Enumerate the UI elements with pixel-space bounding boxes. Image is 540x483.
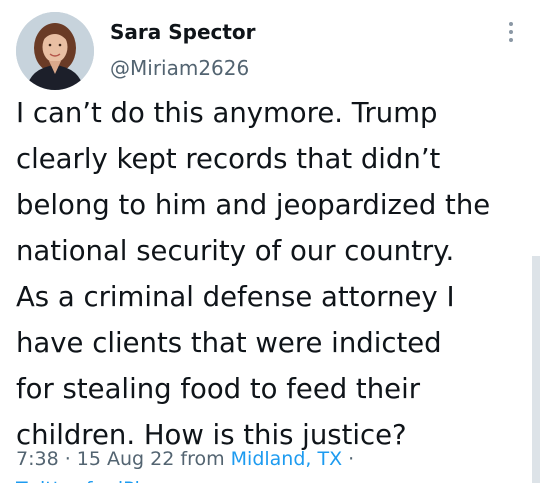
- tweet-source-link[interactable]: Twitter for iPhone: [16, 476, 182, 483]
- avatar-photo-icon: [16, 12, 94, 90]
- meta-separator: ·: [58, 448, 77, 470]
- more-vertical-icon[interactable]: [504, 22, 518, 46]
- tweet: Sara Spector @Miriam2626 I can’t do this…: [0, 0, 540, 483]
- author-display-name[interactable]: Sara Spector: [110, 20, 256, 44]
- tweet-date[interactable]: 15 Aug 22: [77, 448, 175, 470]
- tweet-location-link[interactable]: Midland, TX: [231, 448, 342, 470]
- scrollbar[interactable]: [532, 256, 540, 483]
- from-label: from: [174, 448, 231, 470]
- tweet-time[interactable]: 7:38: [16, 448, 59, 470]
- tweet-metadata: 7:38 · 15 Aug 22 from Midland, TX ·: [16, 446, 354, 472]
- avatar[interactable]: [16, 12, 94, 90]
- author-handle[interactable]: @Miriam2626: [110, 56, 249, 80]
- tweet-text: I can’t do this anymore. Trump clearly k…: [16, 97, 491, 451]
- meta-separator-2: ·: [342, 448, 355, 470]
